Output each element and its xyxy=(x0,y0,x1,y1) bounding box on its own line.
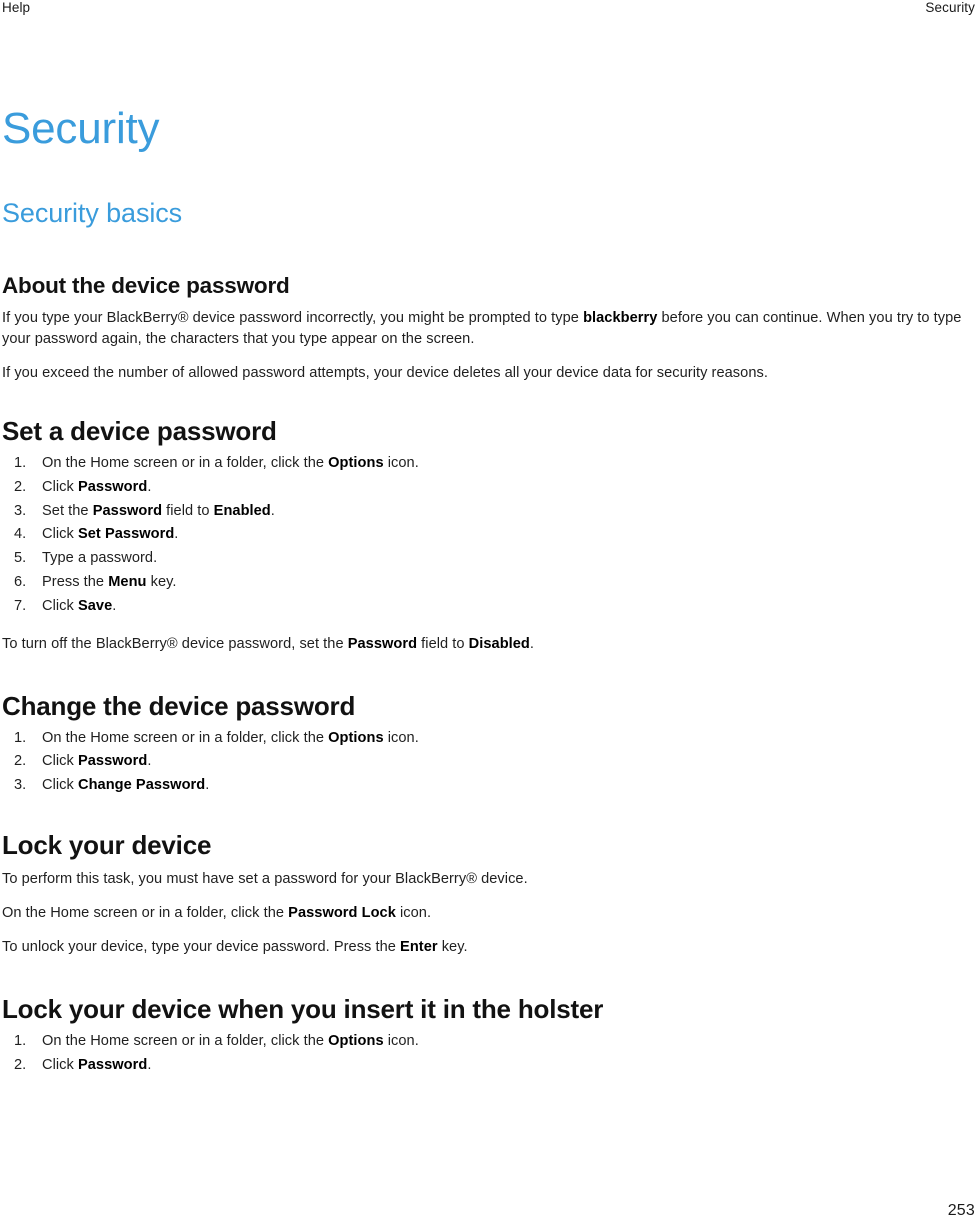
about-paragraph-2: If you exceed the number of allowed pass… xyxy=(2,365,768,381)
text-run-bold: Save xyxy=(77,597,113,614)
text-run-bold: Change Password xyxy=(77,777,206,794)
text-run-bold: Options xyxy=(328,455,384,471)
text-run: Click xyxy=(42,777,78,794)
lock-device-unlock-note: To unlock your device, type your device … xyxy=(2,937,973,958)
text-run: If you type your BlackBerry® device pass… xyxy=(2,310,584,326)
text-run-bold: Menu xyxy=(108,573,147,590)
text-run-bold: Password xyxy=(77,1056,148,1073)
section-heading-lock-device: Lock your device xyxy=(2,829,212,860)
list-item: Click Password. xyxy=(2,1054,973,1078)
text-run: On the Home screen or in a folder, click… xyxy=(42,729,329,746)
text-run: icon. xyxy=(395,904,432,921)
text-run: Click xyxy=(42,753,78,770)
text-run: . xyxy=(529,635,535,652)
text-run: icon. xyxy=(383,455,419,471)
text-run: On the Home screen or in a folder, click… xyxy=(42,1032,329,1049)
list-item: On the Home screen or in a folder, click… xyxy=(2,452,973,476)
text-run: key. xyxy=(437,938,468,955)
text-run-bold: Enter xyxy=(400,938,438,955)
lock-device-prereq: To perform this task, you must have set … xyxy=(2,870,528,887)
text-run: To turn off the BlackBerry® device passw… xyxy=(2,635,348,652)
lock-device-step: On the Home screen or in a folder, click… xyxy=(2,903,973,924)
steps-list-holster: On the Home screen or in a folder, click… xyxy=(2,1030,973,1078)
list-item: Press the Menu key. xyxy=(2,571,973,595)
text-run: Click xyxy=(42,1056,78,1073)
list-item: Set the Password field to Enabled. xyxy=(2,500,973,524)
page-title: Security xyxy=(2,104,160,153)
page-content: Security Security basics About the devic… xyxy=(2,104,973,1078)
text-run: icon. xyxy=(383,729,419,746)
list-item: On the Home screen or in a folder, click… xyxy=(2,727,973,751)
text-run-bold: Password xyxy=(77,478,148,495)
text-run: On the Home screen or in a folder, click… xyxy=(42,455,329,471)
text-run: field to xyxy=(417,635,469,652)
text-run: Click xyxy=(42,526,78,543)
list-item: Click Password. xyxy=(2,750,973,774)
list-item: Type a password. xyxy=(2,547,973,571)
text-run-bold: blackberry xyxy=(583,310,658,326)
text-run: On the Home screen or in a folder, click… xyxy=(2,904,289,921)
text-run: . xyxy=(147,753,152,770)
page-number: 253 xyxy=(947,1202,975,1219)
text-run-bold: Disabled xyxy=(468,635,530,652)
text-run: Set the xyxy=(42,502,93,519)
text-run: . xyxy=(147,1056,152,1073)
running-header-right: Security xyxy=(925,0,975,15)
steps-list-change-password: On the Home screen or in a folder, click… xyxy=(2,727,973,798)
list-item: Click Save. xyxy=(2,595,973,619)
list-item: Click Change Password. xyxy=(2,774,973,798)
page-subtitle: Security basics xyxy=(2,198,183,228)
text-run-bold: Enabled xyxy=(213,502,271,519)
document-page: Help Security Security Security basics A… xyxy=(0,0,975,1228)
text-run: . xyxy=(205,777,210,794)
about-paragraph-1: If you type your BlackBerry® device pass… xyxy=(2,308,973,350)
text-run-bold: Password xyxy=(92,502,163,519)
text-run: . xyxy=(270,502,275,519)
running-header-left: Help xyxy=(2,0,31,15)
list-item: Click Set Password. xyxy=(2,523,973,547)
section-heading-set-password: Set a device password xyxy=(2,416,277,446)
text-run-bold: Set Password xyxy=(77,526,175,543)
set-password-note: To turn off the BlackBerry® device passw… xyxy=(2,634,973,655)
section-heading-holster: Lock your device when you insert it in t… xyxy=(2,993,604,1024)
text-run: key. xyxy=(146,573,177,590)
running-header: Help Security xyxy=(0,0,975,22)
text-run: To unlock your device, type your device … xyxy=(2,938,401,955)
text-run-bold: Password xyxy=(77,753,148,770)
text-run: . xyxy=(147,478,152,495)
section-heading-change-password: Change the device password xyxy=(2,690,356,721)
list-item: On the Home screen or in a folder, click… xyxy=(2,1030,973,1054)
text-run-bold: Options xyxy=(328,729,384,746)
text-run: . xyxy=(112,597,117,614)
text-run: field to xyxy=(162,502,214,519)
text-run: icon. xyxy=(383,1032,419,1049)
text-run: Click xyxy=(42,478,78,495)
text-run: Click xyxy=(42,597,78,614)
text-run: Type a password. xyxy=(42,550,158,567)
text-run-bold: Options xyxy=(328,1032,384,1049)
text-run-bold: Password Lock xyxy=(288,904,396,921)
list-item: Click Password. xyxy=(2,476,973,500)
text-run: . xyxy=(174,526,179,543)
text-run: Press the xyxy=(42,573,109,590)
text-run-bold: Password xyxy=(347,635,418,652)
steps-list-set-password: On the Home screen or in a folder, click… xyxy=(2,452,973,619)
section-heading-about: About the device password xyxy=(2,273,290,298)
